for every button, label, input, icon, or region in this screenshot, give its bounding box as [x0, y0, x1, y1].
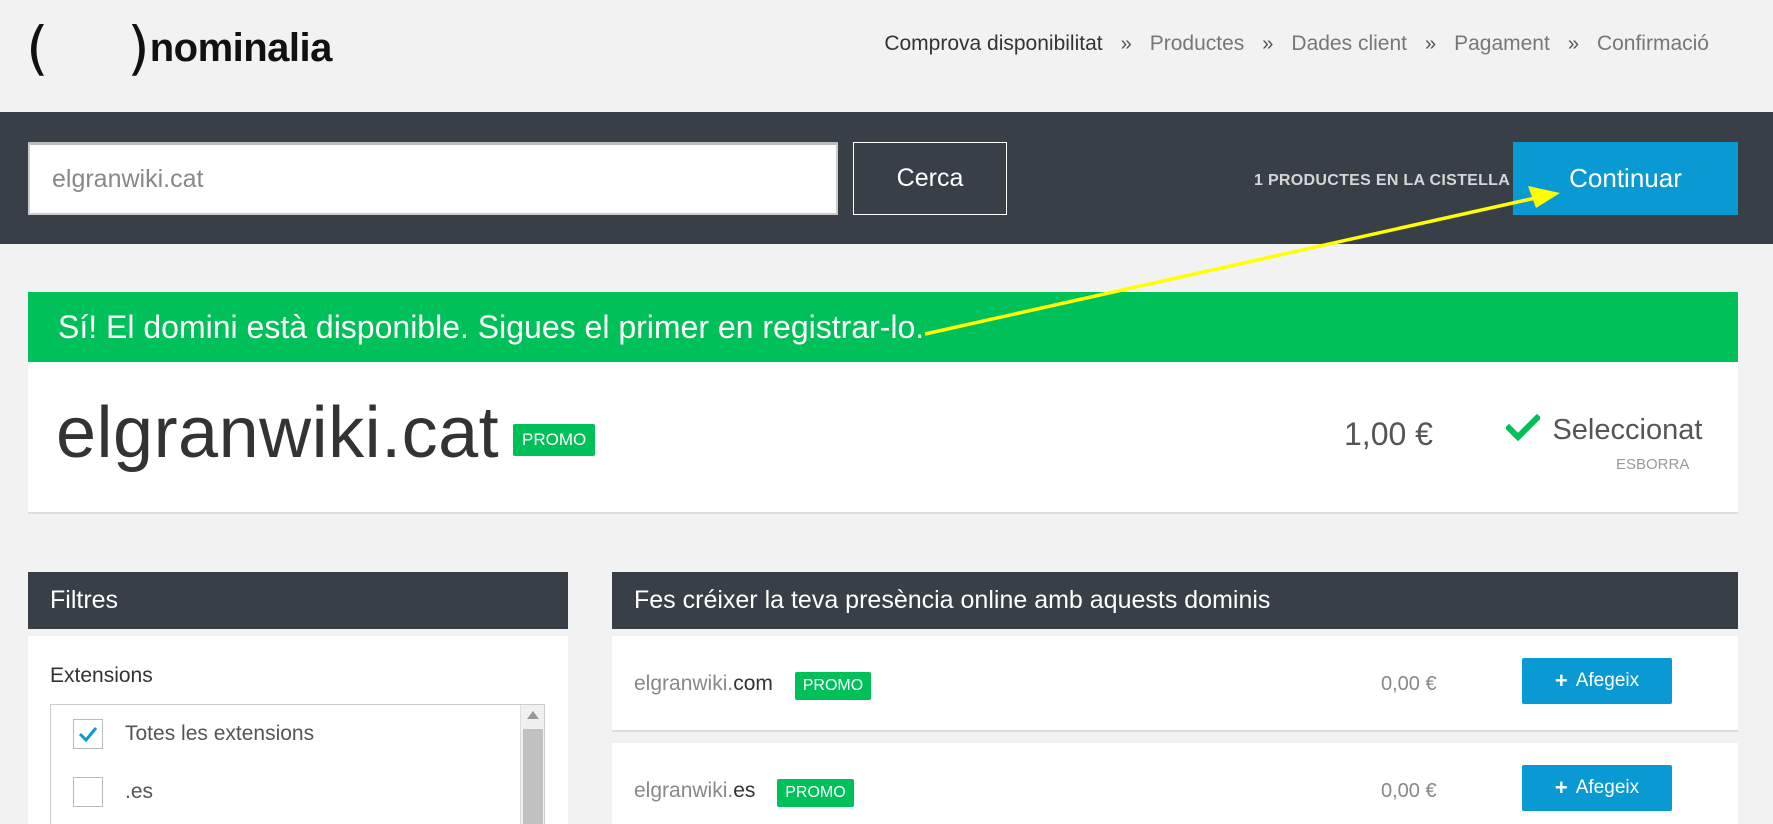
step-confirmation: Confirmació: [1596, 32, 1709, 55]
step-separator: »: [1262, 32, 1274, 55]
step-check-availability: Comprova disponibilitat: [884, 32, 1103, 55]
plus-icon: +: [1554, 668, 1568, 693]
step-client-data: Dades client: [1291, 32, 1407, 55]
search-button[interactable]: Cerca: [853, 142, 1007, 215]
scroll-thumb[interactable]: [523, 729, 543, 824]
filters-panel: Extensions Totes les extensions .es: [28, 636, 568, 824]
step-products: Productes: [1149, 32, 1245, 55]
suggestion-domain-base: elgranwiki.: [634, 779, 734, 802]
suggestion-domain-tld: es: [733, 779, 756, 802]
scroll-up-icon[interactable]: [527, 711, 539, 719]
search-input-value: elgranwiki.cat: [52, 164, 204, 193]
suggestions-title: Fes créixer la teva presència online amb…: [634, 586, 1271, 614]
filters-header: Filtres: [28, 572, 568, 629]
suggestion-price: 0,00 €: [1381, 673, 1437, 695]
add-button-label: Afegeix: [1575, 777, 1640, 798]
cart-count-label: 1 PRODUCTES EN LA CISTELLA: [1254, 172, 1511, 189]
plus-icon: +: [1554, 775, 1568, 800]
promo-badge: PROMO: [777, 779, 854, 807]
checkout-steps: Comprova disponibilitat » Productes » Da…: [884, 32, 1709, 56]
promo-badge: PROMO: [794, 672, 872, 700]
remove-link[interactable]: ESBORRA: [1616, 456, 1689, 473]
suggestion-domain-tld: com: [733, 672, 773, 695]
add-button[interactable]: + Afegeix: [1522, 765, 1672, 811]
filters-title: Filtres: [50, 586, 119, 614]
suggestion-row: elgranwiki.com PROMO 0,00 € + Afegeix: [612, 636, 1738, 732]
check-icon: [1504, 413, 1542, 447]
selected-label: Seleccionat: [1552, 414, 1703, 446]
add-button-label: Afegeix: [1575, 670, 1640, 691]
suggestion-price: 0,00 €: [1381, 780, 1437, 802]
checkbox-checked[interactable]: [73, 719, 103, 749]
step-separator: »: [1120, 32, 1132, 55]
checkbox-unchecked[interactable]: [73, 777, 103, 807]
extensions-scrollbar[interactable]: [520, 705, 544, 824]
extension-option-all[interactable]: Totes les extensions: [73, 719, 314, 749]
domain-result-card: elgranwiki.cat PROMO 1,00 € Seleccionat …: [28, 362, 1738, 514]
extension-option-es[interactable]: .es: [73, 777, 153, 807]
availability-banner: Sí! El domini està disponible. Sigues el…: [28, 292, 1738, 362]
extensions-title: Extensions: [50, 664, 153, 687]
check-icon: [78, 727, 98, 742]
suggestion-domain: elgranwiki.com PROMO: [634, 672, 872, 700]
result-price: 1,00 €: [1344, 416, 1433, 452]
logo-text: nominalia: [149, 25, 333, 70]
extensions-list: Totes les extensions .es: [50, 704, 545, 824]
extension-label: Totes les extensions: [125, 722, 315, 745]
selected-status[interactable]: Seleccionat: [1504, 413, 1703, 447]
promo-badge: PROMO: [513, 424, 596, 456]
suggestion-row: elgranwiki.es PROMO 0,00 € + Afegeix: [612, 743, 1738, 824]
domain-search-input[interactable]: elgranwiki.cat: [28, 142, 838, 215]
step-separator: »: [1567, 32, 1579, 55]
step-payment: Pagament: [1454, 32, 1550, 55]
extension-label: .es: [125, 780, 154, 803]
availability-message: Sí! El domini està disponible. Sigues el…: [58, 308, 925, 345]
add-button[interactable]: + Afegeix: [1522, 658, 1672, 704]
header: ( ) nominalia Comprova disponibilitat » …: [0, 0, 1773, 112]
continue-button[interactable]: Continuar: [1513, 142, 1738, 215]
suggestion-domain-base: elgranwiki.: [634, 672, 734, 695]
nominalia-logo[interactable]: ( ) nominalia: [26, 18, 332, 78]
suggestion-domain: elgranwiki.es PROMO: [634, 779, 854, 807]
result-domain-name: elgranwiki.cat: [56, 393, 500, 473]
search-bar: elgranwiki.cat Cerca 1 PRODUCTES EN LA C…: [0, 112, 1773, 244]
suggestions-header: Fes créixer la teva presència online amb…: [612, 572, 1738, 629]
step-separator: »: [1424, 32, 1437, 55]
